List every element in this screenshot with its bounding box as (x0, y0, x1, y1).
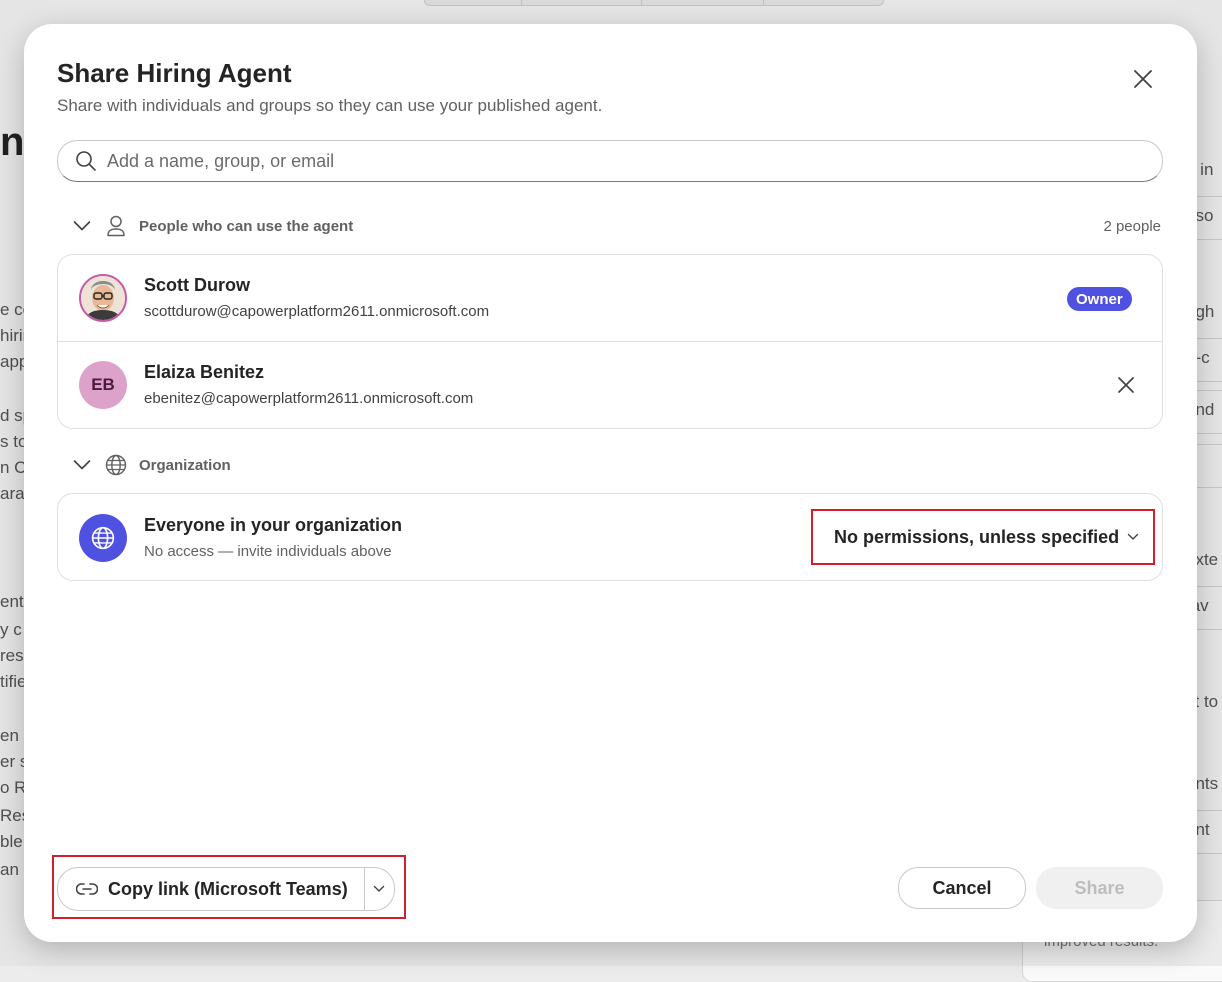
permission-dropdown[interactable]: No permissions, unless specified (820, 516, 1151, 558)
copy-link-label: Copy link (Microsoft Teams) (108, 878, 348, 899)
search-input[interactable] (105, 149, 1109, 173)
people-section-toggle[interactable] (71, 215, 93, 237)
permission-label: No permissions, unless specified (834, 526, 1120, 547)
people-section-label: People who can use the agent (139, 217, 354, 235)
owner-badge: Owner (1067, 287, 1132, 311)
person-name: Elaiza Benitez (144, 362, 265, 382)
chevron-down-icon (73, 221, 91, 231)
close-button[interactable] (1128, 64, 1158, 94)
organization-card: Everyone in your organization No access … (57, 493, 1163, 581)
person-email: ebenitez@capowerplatform2611.onmicrosoft… (144, 390, 474, 407)
search-icon (75, 150, 97, 172)
org-section-label: Organization (139, 456, 231, 474)
people-section-header: People who can use the agent 2 people (71, 213, 1161, 239)
avatar: EB (79, 361, 127, 409)
share-button[interactable]: Share (1036, 867, 1163, 909)
people-count: 2 people (1103, 217, 1161, 235)
chevron-down-icon (1127, 533, 1139, 541)
person-email: scottdurow@capowerplatform2611.onmicroso… (144, 303, 490, 320)
org-avatar (79, 514, 127, 562)
dialog-subtitle: Share with individuals and groups so the… (57, 96, 603, 115)
person-row: Scott Durow scottdurow@capowerplatform26… (58, 255, 1162, 341)
avatar (79, 274, 127, 322)
copy-link-split-button: Copy link (Microsoft Teams) (57, 867, 395, 911)
dialog-title: Share Hiring Agent (57, 58, 292, 88)
org-title: Everyone in your organization (144, 515, 403, 535)
org-subtitle: No access — invite individuals above (144, 543, 392, 560)
remove-person-button[interactable] (1112, 371, 1140, 399)
cancel-button[interactable]: Cancel (898, 867, 1026, 909)
person-name: Scott Durow (144, 275, 250, 295)
copy-link-options-button[interactable] (365, 868, 394, 910)
close-icon (1134, 70, 1152, 88)
copy-link-button[interactable]: Copy link (Microsoft Teams) (58, 868, 364, 910)
globe-icon (105, 454, 127, 476)
org-section-header: Organization (71, 452, 1161, 478)
chevron-down-icon (73, 460, 91, 470)
person-row: EB Elaiza Benitez ebenitez@capowerplatfo… (58, 341, 1162, 428)
search-box[interactable] (57, 140, 1163, 182)
person-icon (105, 215, 127, 237)
org-section-toggle[interactable] (71, 454, 93, 476)
chevron-down-icon (374, 885, 385, 892)
close-icon (1118, 377, 1134, 393)
globe-icon (91, 526, 115, 550)
people-list: Scott Durow scottdurow@capowerplatform26… (57, 254, 1163, 429)
link-icon (76, 878, 98, 900)
share-dialog: Share Hiring Agent Share with individual… (24, 24, 1197, 942)
